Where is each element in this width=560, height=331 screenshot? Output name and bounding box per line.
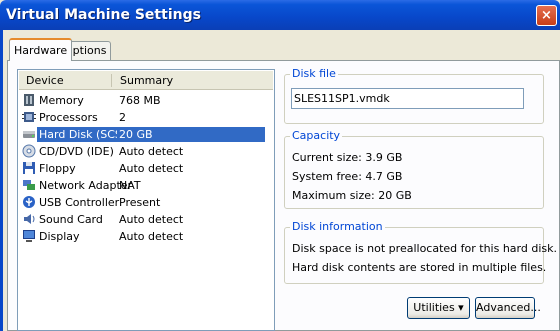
usb-icon xyxy=(23,196,35,208)
floppy-icon xyxy=(23,162,35,174)
device-summary: 768 MB xyxy=(119,94,161,107)
current-size-text: Current size: 3.9 GB xyxy=(292,151,403,164)
device-row-hard-disk[interactable]: Hard Disk (SCSI) 20 GB xyxy=(22,127,272,143)
device-row-floppy[interactable]: Floppy Auto detect xyxy=(22,161,272,177)
device-row-network-adapter[interactable]: Network Adapter NAT xyxy=(22,178,272,194)
device-summary: Present xyxy=(119,196,161,209)
device-name: Processors xyxy=(39,111,98,124)
device-name: Floppy xyxy=(39,162,76,175)
disk-info-line-2: Hard disk contents are stored in multipl… xyxy=(292,261,547,274)
processor-icon xyxy=(22,112,36,122)
device-summary: Auto detect xyxy=(119,230,184,243)
device-name: Display xyxy=(39,230,80,243)
device-list[interactable]: Device Summary Memory 768 MB Processors … xyxy=(17,69,275,331)
display-icon xyxy=(23,230,35,242)
device-summary: Auto detect xyxy=(119,145,184,158)
device-name: Memory xyxy=(39,94,84,107)
capacity-label: Capacity xyxy=(290,129,343,142)
sound-card-icon xyxy=(24,214,35,224)
disk-info-line-1: Disk space is not preallocated for this … xyxy=(292,242,557,255)
window-title: Virtual Machine Settings xyxy=(6,7,201,23)
device-summary: Auto detect xyxy=(119,162,184,175)
device-row-cd-dvd[interactable]: CD/DVD (IDE) Auto detect xyxy=(22,144,272,160)
utilities-button[interactable]: Utilities ▾ xyxy=(407,297,470,319)
device-row-sound-card[interactable]: Sound Card Auto detect xyxy=(22,212,272,228)
system-free-text: System free: 4.7 GB xyxy=(292,170,403,183)
close-button[interactable]: × xyxy=(536,5,557,26)
column-summary[interactable]: Summary xyxy=(120,74,173,87)
disk-information-group: Disk information xyxy=(284,220,544,284)
advanced-button[interactable]: Advanced... xyxy=(475,297,541,319)
device-summary: NAT xyxy=(119,179,141,192)
device-summary: 20 GB xyxy=(117,127,155,142)
title-bar[interactable]: Virtual Machine Settings × xyxy=(0,0,560,30)
memory-icon xyxy=(24,94,34,106)
device-summary: 2 xyxy=(119,111,126,124)
device-list-header: Device Summary xyxy=(19,71,273,90)
device-row-usb-controller[interactable]: USB Controller Present xyxy=(22,195,272,211)
device-name: USB Controller xyxy=(39,196,120,209)
disk-file-field[interactable]: SLES11SP1.vmdk xyxy=(291,88,524,109)
column-device[interactable]: Device xyxy=(26,74,64,87)
close-icon: × xyxy=(541,8,552,23)
device-name: Sound Card xyxy=(39,213,103,226)
maximum-size-text: Maximum size: 20 GB xyxy=(292,189,412,202)
cd-dvd-icon xyxy=(22,144,36,158)
column-divider[interactable] xyxy=(111,74,112,87)
hard-disk-icon xyxy=(23,131,35,138)
device-row-display[interactable]: Display Auto detect xyxy=(22,229,272,245)
device-name: CD/DVD (IDE) xyxy=(39,145,114,158)
device-summary: Auto detect xyxy=(119,213,184,226)
disk-information-label: Disk information xyxy=(290,220,385,233)
device-row-memory[interactable]: Memory 768 MB xyxy=(22,93,272,109)
disk-file-label: Disk file xyxy=(290,67,338,80)
tab-hardware[interactable]: Hardware xyxy=(9,38,73,61)
network-adapter-icon xyxy=(23,180,35,190)
device-row-processors[interactable]: Processors 2 xyxy=(22,110,272,126)
